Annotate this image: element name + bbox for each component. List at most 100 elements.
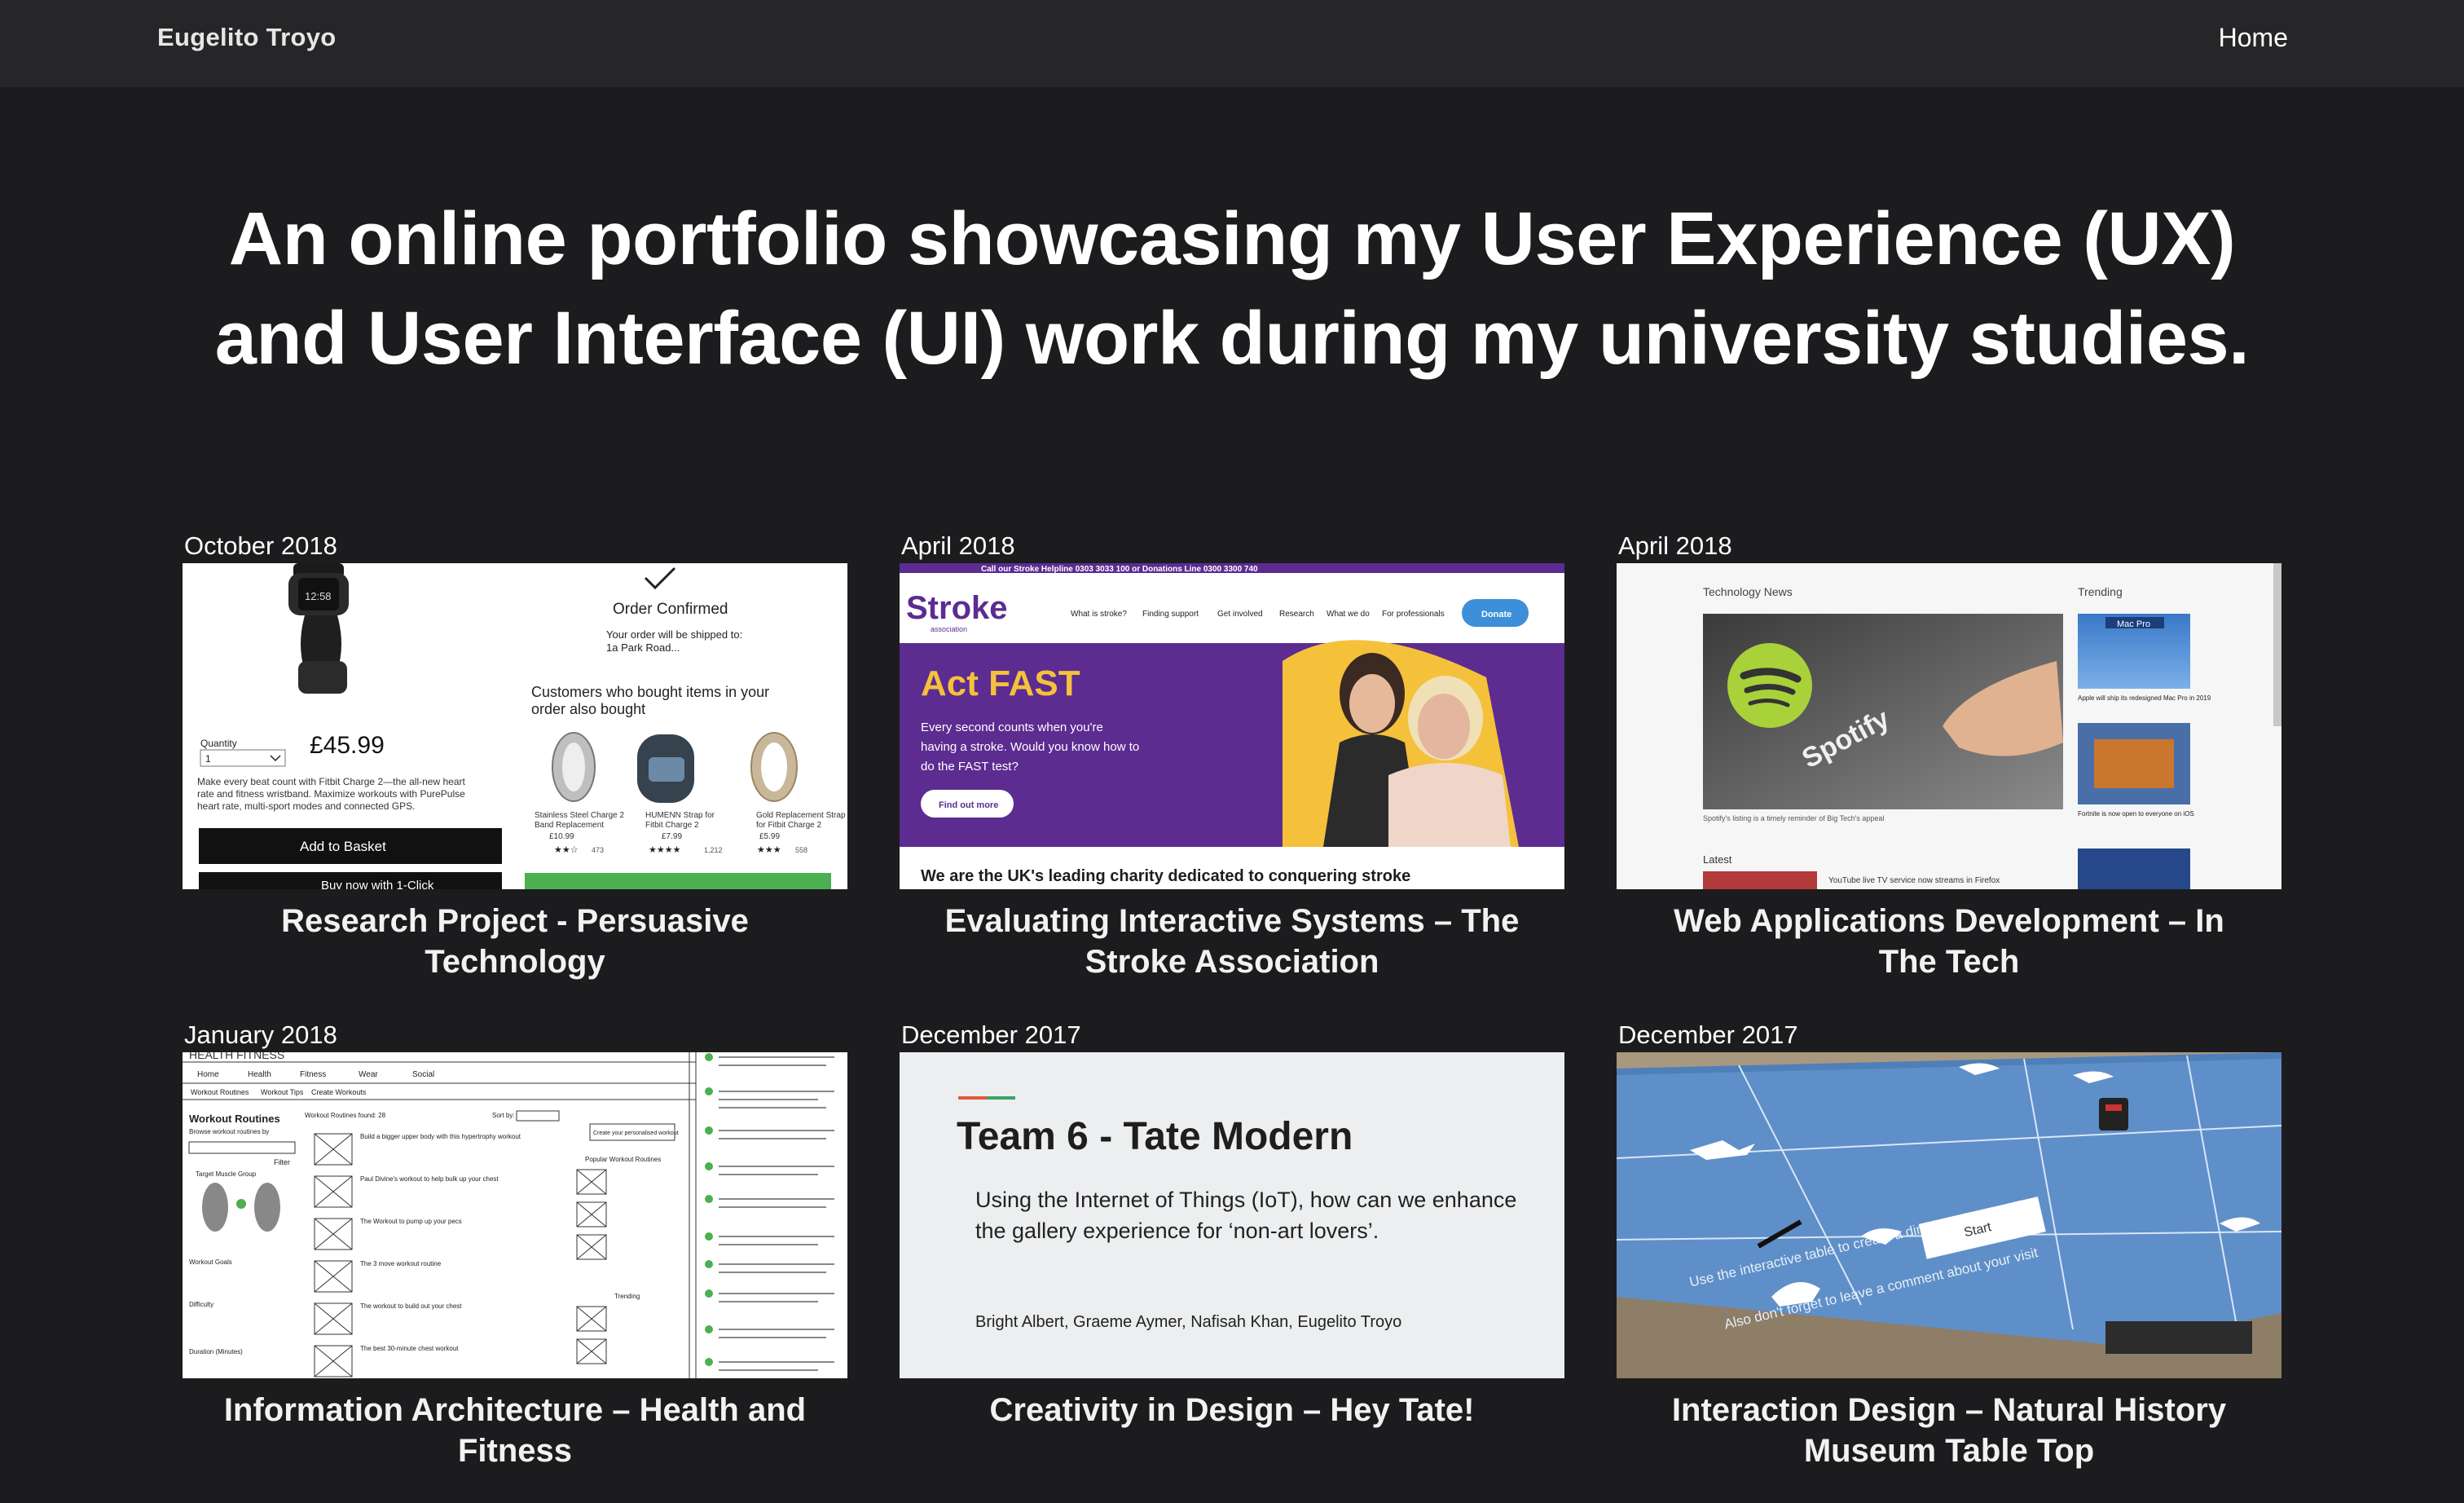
svg-text:Workout Tips: Workout Tips (261, 1088, 304, 1096)
svg-text:★★★: ★★★ (757, 845, 781, 855)
project-date: April 2018 (1618, 531, 1732, 560)
project-card-health-fitness[interactable]: January 2018 HEALTH FITNESS Home Health … (183, 1018, 847, 1471)
project-date: January 2018 (184, 1020, 337, 1049)
svg-text:Browse workout routines by: Browse workout routines by (189, 1128, 269, 1135)
svg-text:The best 30-minute chest worko: The best 30-minute chest workout (360, 1345, 459, 1352)
svg-text:Create Workouts: Create Workouts (311, 1088, 367, 1096)
svg-text:HUMENN Strap for: HUMENN Strap for (645, 811, 715, 820)
svg-text:Every second counts when you'r: Every second counts when you're (921, 721, 1103, 734)
svg-text:Your order will be shipped to:: Your order will be shipped to: (606, 628, 742, 641)
svg-text:Get involved: Get involved (1217, 610, 1263, 619)
project-title[interactable]: Information Architecture – Health and Fi… (183, 1390, 847, 1471)
project-card-nhm-table[interactable]: December 2017 Use the interactive table … (1617, 1018, 2281, 1471)
project-title[interactable]: Research Project - Persuasive Technology (183, 901, 847, 982)
svg-text:Workout Goals: Workout Goals (189, 1258, 232, 1266)
svg-text:YouTube live TV service now st: YouTube live TV service now streams in F… (1828, 876, 2000, 885)
svg-text:£5.99: £5.99 (759, 832, 780, 841)
svg-text:Customers who bought items in: Customers who bought items in your (531, 684, 769, 700)
svg-text:heart rate, multi-sport modes: heart rate, multi-sport modes and connec… (197, 800, 415, 812)
project-title[interactable]: Web Applications Development – In The Te… (1617, 901, 2281, 982)
svg-text:Workout Routines: Workout Routines (189, 1113, 280, 1125)
project-date: December 2017 (1618, 1020, 1798, 1049)
svg-text:Call our Stroke Helpline 0303: Call our Stroke Helpline 0303 3033 100 o… (981, 565, 1258, 574)
svg-text:Donate: Donate (1481, 610, 1511, 619)
svg-text:Build a bigger upper body with: Build a bigger upper body with this hype… (360, 1133, 521, 1140)
svg-text:Workout Routines found: 28: Workout Routines found: 28 (305, 1112, 386, 1119)
svg-text:Latest: Latest (1703, 853, 1732, 866)
svg-text:Find out more: Find out more (939, 800, 998, 810)
project-title[interactable]: Creativity in Design – Hey Tate! (900, 1390, 1564, 1430)
act-fast: Act FAST (921, 663, 1080, 703)
nhm-table-render: Use the interactive table to create a di… (1617, 1052, 2281, 1378)
svg-text:Filter: Filter (274, 1158, 290, 1166)
product-price: £45.99 (310, 732, 385, 759)
project-thumbnail[interactable]: HEALTH FITNESS Home Health Fitness Wear … (183, 1052, 847, 1378)
watch-time: 12:58 (305, 590, 332, 602)
project-thumbnail[interactable]: 12:58 Order Confirmed Your order will be… (183, 563, 847, 889)
svg-text:Trending: Trending (2078, 585, 2123, 598)
svg-text:association: association (931, 625, 967, 633)
svg-text:Band Replacement: Band Replacement (535, 821, 604, 830)
svg-text:Fortnite is now open to everyo: Fortnite is now open to everyone on iOS (2078, 810, 2194, 818)
health-fitness-wireframe: HEALTH FITNESS Home Health Fitness Wear … (183, 1052, 847, 1378)
svg-text:Home: Home (197, 1070, 219, 1079)
svg-text:Trending: Trending (614, 1293, 640, 1300)
svg-text:£7.99: £7.99 (662, 832, 682, 841)
svg-text:£10.99: £10.99 (549, 832, 574, 841)
svg-text:Wear: Wear (359, 1070, 378, 1079)
svg-text:Fitness: Fitness (300, 1070, 326, 1079)
svg-text:473: 473 (592, 846, 604, 854)
svg-text:Duration (Minutes): Duration (Minutes) (189, 1348, 243, 1355)
svg-text:Social: Social (412, 1070, 434, 1079)
slide-heading: Team 6 - Tate Modern (957, 1115, 1353, 1158)
svg-text:Health: Health (248, 1070, 271, 1079)
svg-text:Fitbit Charge 2: Fitbit Charge 2 (645, 821, 699, 830)
project-date: April 2018 (901, 531, 1015, 560)
svg-text:The workout to build out your: The workout to build out your chest (360, 1302, 462, 1310)
svg-text:Workout Routines: Workout Routines (191, 1088, 249, 1096)
project-card-stroke[interactable]: April 2018 Call our Stroke Helpline 0303… (900, 529, 1564, 982)
project-title[interactable]: Interaction Design – Natural History Mus… (1617, 1390, 2281, 1471)
svg-text:Add to Basket: Add to Basket (300, 839, 386, 854)
svg-text:Paul Divine's workout to help: Paul Divine's workout to help bulk up yo… (360, 1175, 499, 1183)
project-thumbnail[interactable]: Team 6 - Tate Modern Using the Internet … (900, 1052, 1564, 1378)
svg-text:We are the UK's leading charit: We are the UK's leading charity dedicate… (921, 867, 1410, 885)
order-confirmed: Order Confirmed (613, 601, 728, 618)
stroke-logo: Stroke (906, 590, 1008, 626)
svg-text:Mac Pro: Mac Pro (2117, 619, 2150, 629)
svg-text:★★★★: ★★★★ (649, 845, 681, 855)
svg-text:What we do: What we do (1327, 610, 1370, 619)
slide-authors: Bright Albert, Graeme Aymer, Nafisah Kha… (975, 1313, 1402, 1331)
svg-text:HEALTH FITNESS: HEALTH FITNESS (189, 1052, 284, 1061)
svg-text:1a Park Road...: 1a Park Road... (606, 641, 680, 654)
svg-text:For professionals: For professionals (1382, 610, 1445, 619)
svg-text:Difficulty: Difficulty (189, 1301, 213, 1308)
svg-text:order also bought: order also bought (531, 701, 645, 717)
project-thumbnail[interactable]: Use the interactive table to create a di… (1617, 1052, 2281, 1378)
svg-text:Sort by:: Sort by: (492, 1112, 515, 1119)
svg-text:1,212: 1,212 (704, 846, 723, 854)
svg-text:1: 1 (205, 753, 211, 765)
svg-text:rate and fitness wristband. Ma: rate and fitness wristband. Maximize wor… (197, 788, 465, 800)
svg-text:Make every beat count with Fit: Make every beat count with Fitbit Charge… (197, 776, 465, 787)
svg-text:Create your personalised worko: Create your personalised workout (593, 1131, 679, 1136)
project-card-hey-tate[interactable]: December 2017 Team 6 - Tate Modern Using… (900, 1018, 1564, 1430)
svg-text:Stainless Steel Charge 2: Stainless Steel Charge 2 (535, 811, 625, 820)
project-thumbnail[interactable]: Technology News Trending Spotify Spotify… (1617, 563, 2281, 889)
project-thumbnail[interactable]: Call our Stroke Helpline 0303 3033 100 o… (900, 563, 1564, 889)
svg-text:Technology News: Technology News (1703, 585, 1793, 598)
svg-text:do the FAST test?: do the FAST test? (921, 760, 1019, 774)
svg-text:What is stroke?: What is stroke? (1071, 610, 1127, 619)
svg-text:Buy now with 1-Click: Buy now with 1-Click (321, 879, 434, 889)
svg-text:Research: Research (1279, 610, 1314, 619)
project-card-in-the-tech[interactable]: April 2018 Technology News Trending Spot… (1617, 529, 2281, 982)
stroke-association-mockup: Call our Stroke Helpline 0303 3033 100 o… (900, 563, 1564, 889)
svg-text:Finding support: Finding support (1142, 610, 1199, 619)
project-card-persuasive[interactable]: October 2018 12:58 Order Confirmed Your … (183, 529, 847, 982)
project-title[interactable]: Evaluating Interactive Systems – The Str… (900, 901, 1564, 982)
project-grid: October 2018 12:58 Order Confirmed Your … (0, 0, 2464, 1503)
project-date: October 2018 (184, 531, 337, 560)
svg-text:Spotify's listing is a timely: Spotify's listing is a timely reminder o… (1703, 814, 1884, 822)
svg-text:The Workout to pump up your pe: The Workout to pump up your pecs (360, 1218, 462, 1225)
svg-text:Gold Replacement Strap: Gold Replacement Strap (756, 811, 846, 820)
